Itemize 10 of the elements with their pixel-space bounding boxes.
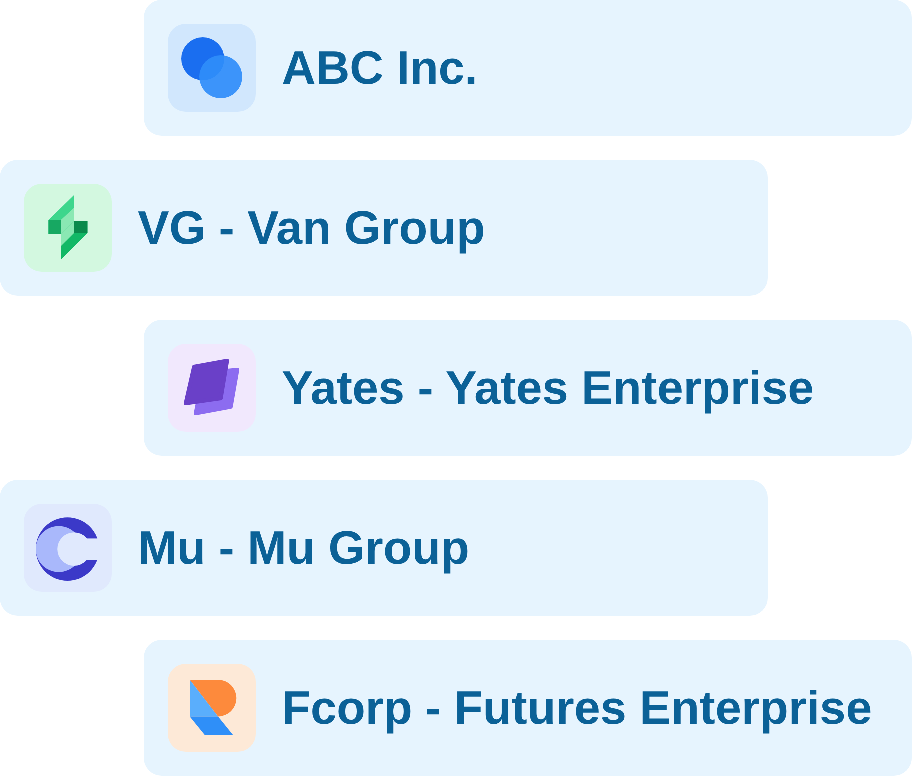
company-name: Mu - Mu Group bbox=[138, 522, 470, 574]
letter-r-icon bbox=[168, 664, 256, 752]
lightning-bolt-icon bbox=[24, 184, 112, 272]
crescent-c-icon bbox=[24, 504, 112, 592]
company-name: Yates - Yates Enterprise bbox=[282, 362, 814, 414]
company-name: Fcorp - Futures Enterprise bbox=[282, 682, 872, 734]
overlapping-circles-icon bbox=[168, 24, 256, 112]
company-name: ABC Inc. bbox=[282, 42, 478, 94]
stacked-layers-icon bbox=[168, 344, 256, 432]
company-name: VG - Van Group bbox=[138, 202, 486, 254]
